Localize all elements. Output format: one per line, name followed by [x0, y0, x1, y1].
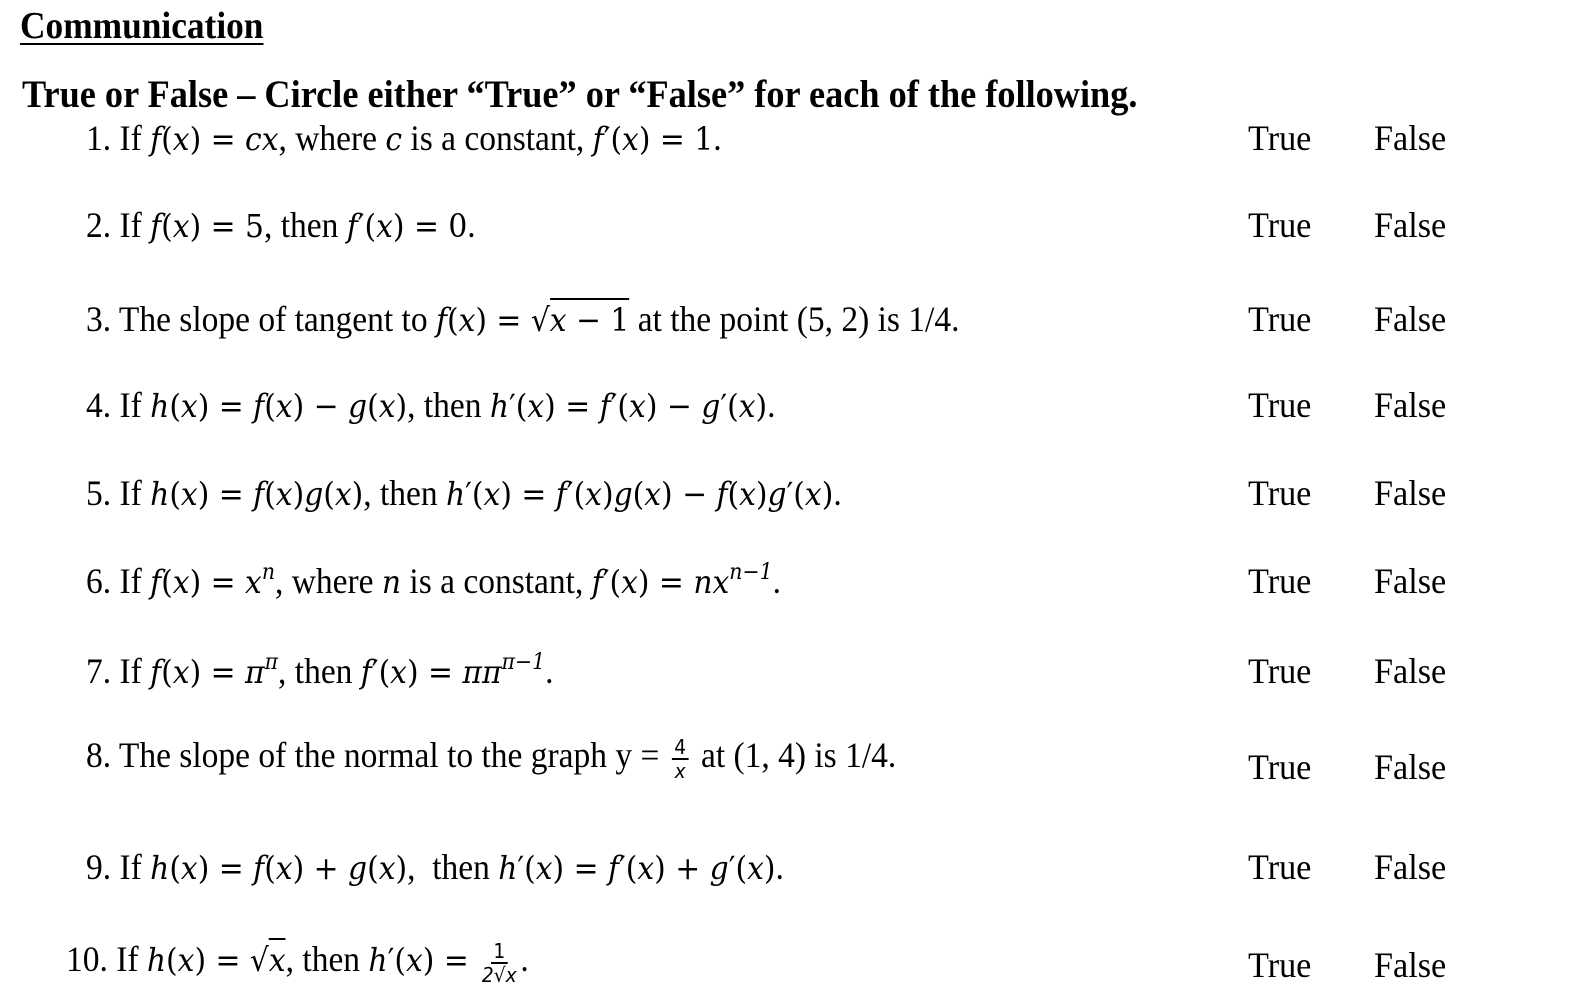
false-option[interactable]: False — [1374, 560, 1446, 602]
question-row: 1. If f(x) = cx, where c is a constant, … — [0, 117, 1578, 177]
true-option[interactable]: True — [1248, 746, 1311, 788]
question-row: 5. If h(x) = f(x)g(x), then h′(x) = f′(x… — [0, 472, 1578, 532]
false-option[interactable]: False — [1374, 384, 1446, 426]
question-text: 8. The slope of the normal to the graph … — [86, 734, 897, 783]
true-option[interactable]: True — [1248, 650, 1311, 692]
fraction: 1 2√x — [481, 938, 517, 987]
question-row: 2. If f(x) = 5, then f′(x) = 0. True Fal… — [0, 204, 1578, 264]
true-option[interactable]: True — [1248, 560, 1311, 602]
question-text: 10. If h(x) = √x, then h′(x) = 1 2√x. — [66, 938, 529, 987]
false-option[interactable]: False — [1374, 846, 1446, 888]
false-option[interactable]: False — [1374, 298, 1446, 340]
question-row: 6. If f(x) = xn, where n is a constant, … — [0, 560, 1578, 620]
true-option[interactable]: True — [1248, 472, 1311, 514]
section-heading: Communication — [20, 5, 264, 47]
question-row: 4. If h(x) = f(x) − g(x), then h′(x) = f… — [0, 384, 1578, 444]
false-option[interactable]: False — [1374, 650, 1446, 692]
question-text: 2. If f(x) = 5, then f′(x) = 0. — [86, 205, 476, 245]
question-row: 7. If f(x) = ππ, then f′(x) = πππ−1. Tru… — [0, 650, 1578, 710]
question-text: 7. If f(x) = ππ, then f′(x) = πππ−1. — [86, 650, 554, 691]
question-text: 3. The slope of tangent to f(x) = √x − 1… — [86, 298, 960, 339]
false-option[interactable]: False — [1374, 204, 1446, 246]
question-text: 6. If f(x) = xn, where n is a constant, … — [86, 560, 781, 601]
true-option[interactable]: True — [1248, 944, 1311, 986]
false-option[interactable]: False — [1374, 472, 1446, 514]
false-option[interactable]: False — [1374, 117, 1446, 159]
question-text: 9. If h(x) = f(x) + g(x), then h′(x) = f… — [86, 847, 784, 887]
false-option[interactable]: False — [1374, 746, 1446, 788]
question-text: 5. If h(x) = f(x)g(x), then h′(x) = f′(x… — [86, 473, 842, 513]
question-text: 1. If f(x) = cx, where c is a constant, … — [86, 118, 722, 158]
true-option[interactable]: True — [1248, 846, 1311, 888]
question-row: 10. If h(x) = √x, then h′(x) = 1 2√x. Tru… — [0, 938, 1578, 1004]
true-option[interactable]: True — [1248, 117, 1311, 159]
true-option[interactable]: True — [1248, 298, 1311, 340]
question-row: 3. The slope of tangent to f(x) = √x − 1… — [0, 298, 1578, 358]
question-row: 8. The slope of the normal to the graph … — [0, 735, 1578, 806]
fraction: 4x — [671, 736, 689, 782]
false-option[interactable]: False — [1374, 944, 1446, 986]
true-option[interactable]: True — [1248, 204, 1311, 246]
true-option[interactable]: True — [1248, 384, 1311, 426]
question-text: 4. If h(x) = f(x) − g(x), then h′(x) = f… — [86, 385, 776, 425]
instructions: True or False – Circle either “True” or … — [22, 73, 1138, 116]
question-row: 9. If h(x) = f(x) + g(x), then h′(x) = f… — [0, 846, 1578, 906]
